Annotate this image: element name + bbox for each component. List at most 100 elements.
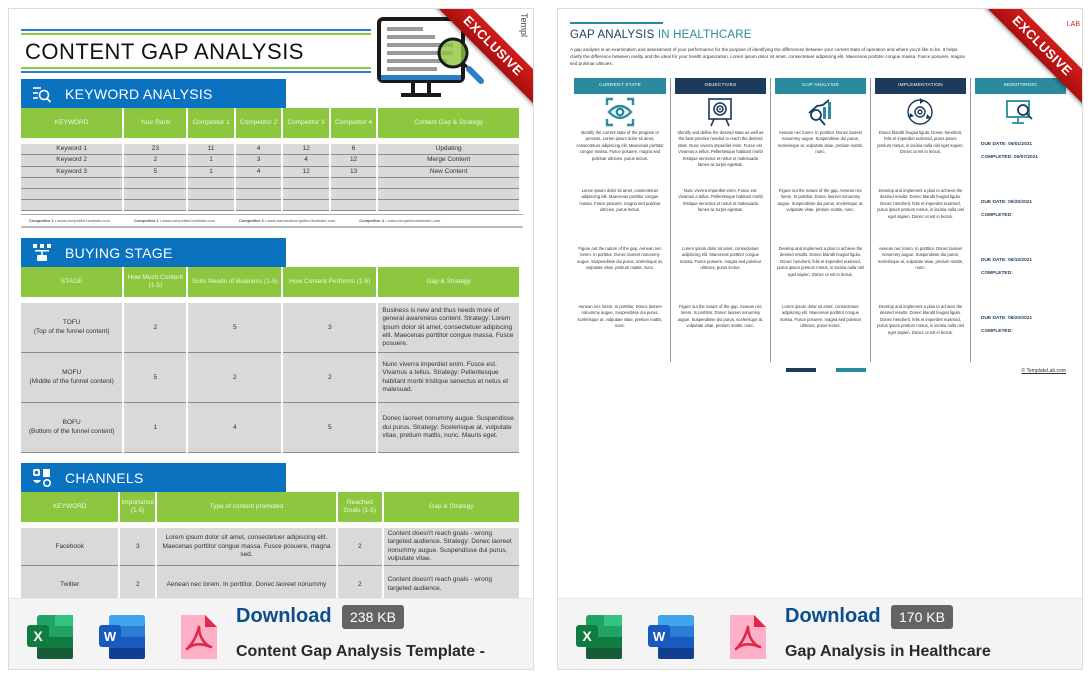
table-row: Keyword 1 23 11 4 12 6 Updating (21, 144, 519, 156)
score-cell: 4 (188, 403, 282, 454)
column-header: Content Gap & Strategy (378, 108, 519, 138)
completed-date: COMPLETED: (980, 328, 1013, 334)
phase-header: IMPLEMENTATION (874, 77, 966, 94)
table-row (21, 200, 519, 212)
goals-cell: 2 (337, 528, 382, 567)
competitor-label: Competitor 2 (133, 218, 159, 224)
stage-cell: TOFU (Top of the funnel content) (21, 303, 123, 354)
chart-magnifier-icon (775, 94, 866, 130)
table-cell (283, 200, 329, 212)
phase-text: Develop and implement a plan to achieve … (777, 245, 864, 277)
competitor-url: • www.competitor2website.com (158, 218, 215, 224)
due-block: DUE DATE: 05/20/2021 COMPLETED: (975, 188, 1066, 246)
completed-date: COMPLETED: (980, 212, 1013, 218)
table-cell: 3 (235, 155, 282, 167)
due-block: DUE DATE: 06/20/2021 COMPLETED: (975, 304, 1066, 362)
score-cell: 5 (283, 403, 377, 454)
table-cell: 4 (235, 166, 282, 179)
phase-text: Aenean nec lorem. In porttitor. Donec la… (577, 303, 663, 329)
phase-text: Develop and implement a plan to achieve … (877, 187, 964, 219)
competitor-url: • www.competitor4website.com (383, 218, 441, 224)
channel-cell: Facebook (21, 528, 119, 567)
completed-date: COMPLETED: 05/07/2021 (980, 154, 1039, 160)
phase-text: Donec blandit feugiat ligula. Donec hend… (877, 129, 964, 155)
score-cell: 5 (124, 353, 187, 404)
due-block: DUE DATE: 06/10/2021 COMPLETED: (975, 246, 1066, 304)
score-cell: 5 (188, 303, 282, 354)
phase-text: Lorem ipsum dolor sit amet, consectetuer… (679, 245, 762, 271)
table-cell (330, 178, 377, 190)
word-icon[interactable]: W (97, 613, 147, 661)
competitor-label: Competitor 1 (29, 218, 54, 224)
svg-text:W: W (653, 629, 666, 644)
monitor-search-icon (975, 94, 1066, 130)
table-row (21, 189, 519, 201)
competitor-entry: Competitor 1 • www.competitor1website.co… (29, 218, 110, 223)
phase-column: GAP ANALYSIS Aenean nec lorem. In porttit… (769, 77, 870, 362)
template-card-healthcare[interactable]: GAP ANALYSIS IN HEALTHCARE A gap analysi… (557, 8, 1083, 670)
column-header: Your Rank (124, 108, 187, 138)
template-card-content-gap[interactable]: CONTENT GAP ANALYSIS KEYWORD ANALYSIS KE… (8, 8, 534, 670)
table-cell: Keyword 3 (21, 166, 123, 179)
eye-scan-icon (574, 94, 666, 130)
document-title: GAP ANALYSIS IN HEALTHCARE (570, 29, 1070, 41)
column-header: KEYWORD (21, 492, 119, 523)
template-preview[interactable]: GAP ANALYSIS IN HEALTHCARE A gap analysi… (558, 9, 1082, 598)
phase-column-inner: IMPLEMENTATION Donec blandit feugiat ligu… (871, 77, 970, 362)
phase-text: Figure out the nature of the gap. Aenean… (577, 245, 663, 271)
table-row: Facebook 3 Lorem ipsum dolor sit amet, con… (21, 528, 519, 567)
phase-header: CURRENT STATE (574, 77, 666, 94)
table-cell (235, 200, 282, 212)
table-cell: 1 (188, 166, 234, 179)
section-header-channels: CHANNELS (21, 463, 286, 493)
table-cell: 23 (124, 144, 187, 156)
phase-text: Identify and define the desired state as… (677, 129, 764, 168)
table-cell (188, 189, 234, 201)
pdf-icon[interactable] (718, 613, 768, 661)
column-header: How Content Performs (1-5) (283, 267, 377, 298)
section-title: KEYWORD ANALYSIS (65, 85, 213, 102)
template-name[interactable]: Content Gap Analysis Template - (236, 643, 485, 661)
completed-date: COMPLETED: (980, 270, 1013, 276)
phase-column-inner: GAP ANALYSIS Aenean nec lorem. In porttit… (771, 77, 870, 362)
file-size-badge: 238 KB (342, 605, 404, 629)
svg-text:X: X (582, 628, 592, 644)
table-cell: 2 (124, 155, 187, 167)
competitor-label: Competitor 4 (359, 218, 384, 224)
download-link[interactable]: Download (785, 605, 881, 628)
due-date: DUE DATE: 06/20/2021 (980, 315, 1033, 321)
card-footer: X W Download 238 KB Content Gap Analysis… (9, 598, 533, 669)
card-footer: X W Download 170 KB Gap Analysis in Heal… (558, 598, 1082, 669)
section-title: CHANNELS (65, 469, 144, 486)
pdf-icon[interactable] (169, 613, 219, 661)
table-cell: Merge Content (378, 155, 519, 167)
brand-logo: LAB (1066, 21, 1080, 28)
copyright: © TemplateLab.com (1021, 367, 1066, 374)
bottom-bar: © TemplateLab.com (570, 367, 1070, 388)
phase-columns: CURRENT STATE Identify the current state … (570, 77, 1070, 362)
competitor-legend: Competitor 1 • www.competitor1website.co… (21, 214, 523, 229)
table-row: Twitter 2 Aenean nec lorem. In porttitor. … (21, 566, 519, 598)
format-icons: X W (574, 613, 768, 661)
channels-table: KEYWORD Importance (1-5) Type of content p… (19, 492, 521, 598)
due-date: DUE DATE: 05/01/2021 (980, 141, 1033, 147)
phase-text: Figure out the nature of the gap. Aenean… (777, 187, 864, 213)
table-row (21, 178, 519, 190)
excel-icon[interactable]: X (25, 613, 75, 661)
template-preview[interactable]: CONTENT GAP ANALYSIS KEYWORD ANALYSIS KE… (9, 9, 533, 598)
template-name[interactable]: Gap Analysis in Healthcare (785, 643, 991, 661)
table-cell (378, 189, 519, 201)
phase-column-inner: CURRENT STATE Identify the current state … (570, 77, 670, 362)
word-icon[interactable]: W (646, 613, 696, 661)
gap-strategy-cell: Nunc viverra imperdiet enim. Fusce est. … (378, 353, 519, 404)
stage-cell: BOFU (Bottom of the funnel content) (21, 403, 123, 454)
table-cell (330, 189, 377, 201)
column-header: Importance (1-5) (120, 492, 156, 523)
table-row: Keyword 3 5 1 4 12 13 New Content (21, 166, 519, 179)
stage-name: TOFU (62, 319, 81, 327)
excel-icon[interactable]: X (574, 613, 624, 661)
table-cell (21, 200, 123, 212)
column-header: How Much Content (1-5) (124, 267, 187, 298)
table-cell (188, 200, 234, 212)
download-link[interactable]: Download (236, 605, 332, 628)
